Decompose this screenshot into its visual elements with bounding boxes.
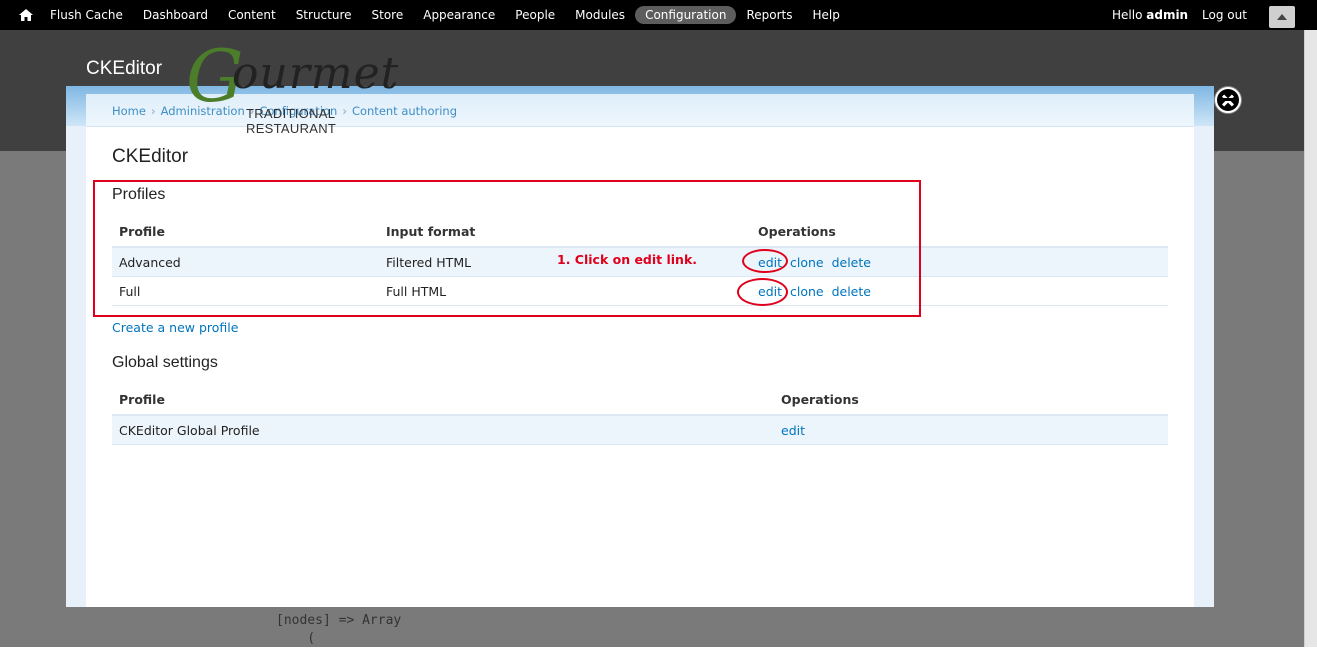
user-greeting: Hello admin: [1112, 8, 1188, 22]
toolbar-item-help[interactable]: Help: [802, 6, 849, 24]
site-logo: G ourmet TRADITIONAL RESTAURANT: [186, 40, 416, 136]
overlay-dialog: Home › Administration › Configuration › Conten…: [66, 86, 1214, 607]
admin-toolbar: Flush Cache Dashboard Content Structure …: [0, 0, 1317, 30]
debug-line: (: [276, 631, 316, 646]
toolbar-item-content[interactable]: Content: [218, 6, 286, 24]
background-site-title: CKEditor: [86, 58, 163, 79]
operations-cell: edit: [774, 415, 1168, 445]
breadcrumb-home[interactable]: Home: [112, 104, 146, 118]
profile-name: CKEditor Global Profile: [112, 415, 774, 445]
column-header-profile: Profile: [112, 384, 774, 416]
overlay-left-edge: [66, 126, 86, 607]
background-debug-output: [nodes] => Array (: [276, 612, 401, 648]
toolbar-item-reports[interactable]: Reports: [736, 6, 802, 24]
toolbar-item-modules[interactable]: Modules: [565, 6, 635, 24]
logo-tagline: TRADITIONAL RESTAURANT: [246, 106, 337, 136]
create-new-profile-link[interactable]: Create a new profile: [112, 320, 238, 335]
logout-link[interactable]: Log out: [1202, 8, 1247, 22]
toolbar-item-configuration[interactable]: Configuration: [635, 6, 737, 24]
toolbar-item-flush-cache[interactable]: Flush Cache: [40, 6, 133, 24]
toolbar-item-structure[interactable]: Structure: [286, 6, 362, 24]
annotation-highlight-oval: [742, 249, 788, 273]
overlay-right-edge: [1194, 126, 1214, 607]
toolbar-item-appearance[interactable]: Appearance: [413, 6, 505, 24]
table-header-row: Profile Operations: [112, 384, 1168, 416]
breadcrumb-separator: ›: [150, 104, 156, 118]
page-title: CKEditor: [112, 146, 189, 167]
logo-wordmark: ourmet: [232, 48, 400, 99]
global-settings-heading: Global settings: [112, 354, 218, 371]
column-header-operations: Operations: [774, 384, 1168, 416]
close-icon: [1217, 89, 1239, 111]
home-icon[interactable]: [18, 7, 34, 23]
page-scrollbar[interactable]: [1304, 30, 1317, 647]
debug-line: [nodes] => Array: [276, 613, 402, 628]
overlay-close-button[interactable]: [1214, 86, 1242, 114]
table-row: CKEditor Global Profile edit: [112, 415, 1168, 445]
toolbar-toggle-button[interactable]: [1269, 6, 1295, 28]
overlay-content: Home › Administration › Configuration › Conten…: [86, 94, 1194, 607]
edit-link[interactable]: edit: [781, 423, 805, 438]
global-settings-table: Profile Operations CKEditor Global Profi…: [112, 384, 1168, 445]
toolbar-item-people[interactable]: People: [505, 6, 565, 24]
annotation-highlight-box: [93, 180, 921, 317]
annotation-highlight-oval: [737, 278, 788, 306]
toolbar-menu: Flush Cache Dashboard Content Structure …: [40, 0, 850, 30]
username-link[interactable]: admin: [1146, 8, 1188, 22]
toolbar-item-dashboard[interactable]: Dashboard: [133, 6, 218, 24]
annotation-note: 1. Click on edit link.: [557, 252, 698, 267]
toolbar-item-store[interactable]: Store: [362, 6, 414, 24]
hello-label: Hello: [1112, 8, 1143, 22]
